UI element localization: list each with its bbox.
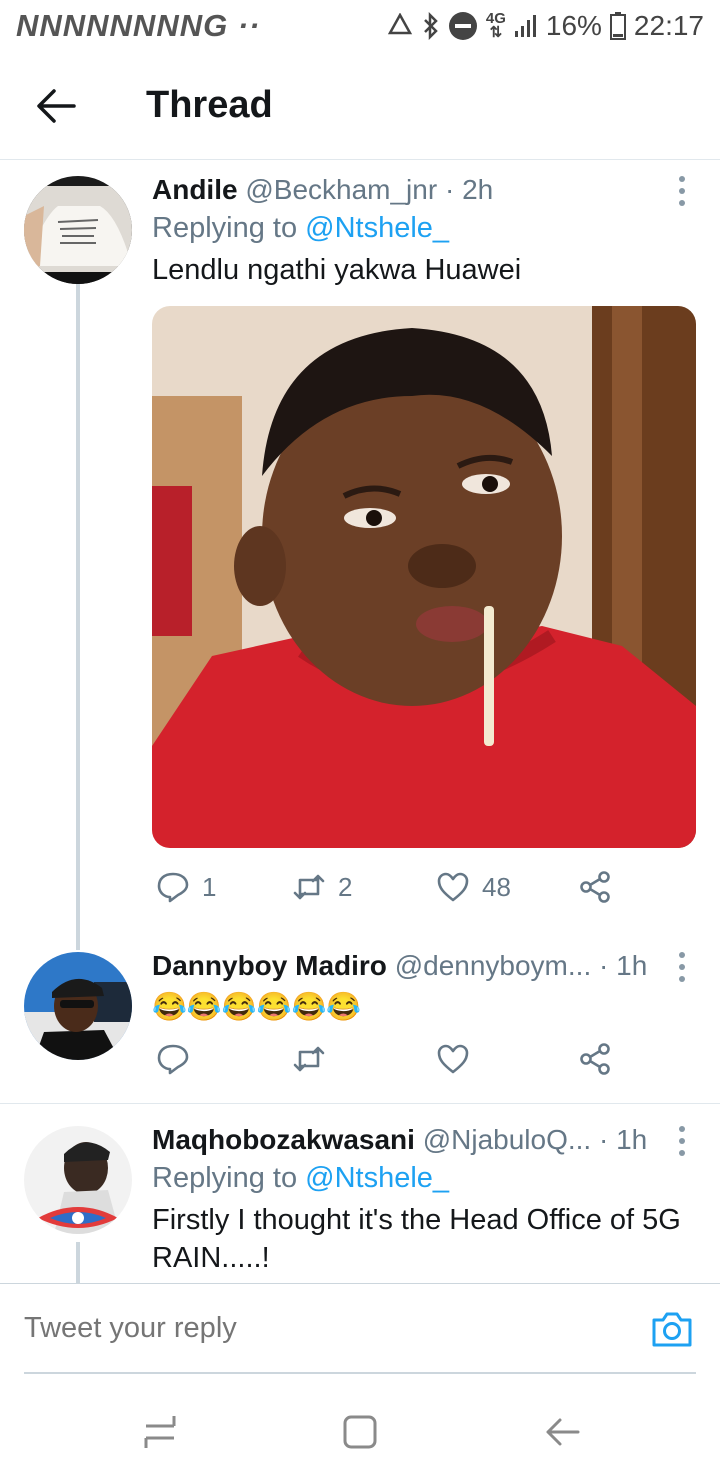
author-handle[interactable]: @dennyboym...: [395, 950, 592, 981]
back-arrow-icon[interactable]: [34, 86, 78, 126]
tweet-meta: Andile @Beckham_jnr · 2h: [152, 174, 696, 206]
author-name[interactable]: Maqhobozakwasani: [152, 1124, 415, 1155]
reply-count: 1: [202, 871, 217, 902]
more-vertical-icon[interactable]: [678, 176, 686, 206]
retweet-count: 2: [338, 871, 353, 902]
like-count: 48: [482, 871, 511, 902]
tweet-maqhobozakwasani[interactable]: Maqhobozakwasani @NjabuloQ... · 1h Reply…: [0, 1104, 720, 1283]
camera-icon[interactable]: [650, 1308, 694, 1350]
more-vertical-icon[interactable]: [678, 952, 686, 982]
signal-icon: [514, 15, 536, 37]
share-button[interactable]: [578, 870, 612, 904]
tweet-text: Firstly I thought it's the Head Office o…: [152, 1204, 681, 1274]
reply-handle-link[interactable]: @Ntshele_: [305, 1162, 449, 1194]
tweet-text: 😂😂😂😂😂😂: [152, 991, 362, 1022]
home-icon[interactable]: [340, 1412, 380, 1452]
reply-icon: [157, 1044, 189, 1075]
reply-input[interactable]: [24, 1312, 584, 1345]
like-icon: [437, 1044, 469, 1074]
tweet-meta: Dannyboy Madiro @dennyboym... · 1h: [152, 950, 696, 982]
back-nav-icon[interactable]: [542, 1412, 582, 1452]
like-icon: [437, 872, 469, 902]
retweet-button[interactable]: [292, 1042, 326, 1076]
avatar[interactable]: [24, 952, 132, 1060]
recents-icon[interactable]: [140, 1412, 180, 1452]
avatar[interactable]: [24, 176, 132, 284]
app-header: Thread: [0, 52, 720, 160]
status-bar: NNNNNNNNG ·· 4G ⇅ 16% 22:17: [0, 0, 720, 52]
recycle-icon: [387, 13, 412, 35]
tweet-time: · 2h: [444, 174, 494, 205]
author-name[interactable]: Andile: [152, 174, 238, 205]
author-name[interactable]: Dannyboy Madiro: [152, 950, 387, 981]
input-underline: [24, 1372, 696, 1374]
more-vertical-icon[interactable]: [678, 1126, 686, 1156]
retweet-icon: [293, 874, 325, 900]
replying-to: Replying to @Ntshele_: [152, 1162, 450, 1194]
bluetooth-icon: [423, 12, 438, 40]
battery-percent: 16%: [545, 10, 602, 41]
tweet-time: · 1h: [599, 950, 648, 981]
thread-line: [76, 1242, 80, 1283]
retweet-button[interactable]: 2: [292, 870, 352, 904]
reply-handle-link[interactable]: @Ntshele_: [305, 212, 449, 244]
network-type: 4G ⇅: [485, 10, 506, 41]
reply-button[interactable]: [156, 1042, 190, 1076]
like-button[interactable]: 48: [436, 870, 511, 904]
author-handle[interactable]: @NjabuloQ...: [423, 1124, 592, 1155]
do-not-disturb-icon: [448, 12, 477, 40]
thread-line: [76, 284, 80, 940]
tweet-andile[interactable]: Andile @Beckham_jnr · 2h Replying to @Nt…: [0, 160, 720, 940]
reply-button[interactable]: 1: [156, 870, 216, 904]
author-handle[interactable]: @Beckham_jnr: [245, 174, 437, 205]
share-button[interactable]: [578, 1042, 612, 1076]
battery-icon: [609, 12, 626, 40]
page-title: Thread: [146, 84, 273, 126]
like-button[interactable]: [436, 1042, 470, 1076]
system-nav-bar: [0, 1384, 720, 1480]
replying-to: Replying to @Ntshele_: [152, 212, 450, 244]
avatar[interactable]: [24, 1126, 132, 1234]
tweet-image[interactable]: [152, 306, 696, 848]
thread-line: [76, 940, 80, 950]
tweet-text: Lendlu ngathi yakwa Huawei: [152, 254, 522, 286]
share-icon: [580, 871, 610, 903]
tweet-time: · 1h: [599, 1124, 648, 1155]
clock: 22:17: [633, 10, 704, 41]
retweet-icon: [293, 1046, 325, 1072]
tweet-dannyboy[interactable]: Dannyboy Madiro @dennyboym... · 1h 😂😂😂😂😂…: [0, 940, 720, 1102]
reply-icon: [157, 872, 189, 903]
reply-composer: [0, 1283, 720, 1379]
share-icon: [580, 1043, 610, 1075]
notification-icons: NNNNNNNNG ··: [16, 8, 261, 43]
tweet-meta: Maqhobozakwasani @NjabuloQ... · 1h: [152, 1124, 696, 1156]
